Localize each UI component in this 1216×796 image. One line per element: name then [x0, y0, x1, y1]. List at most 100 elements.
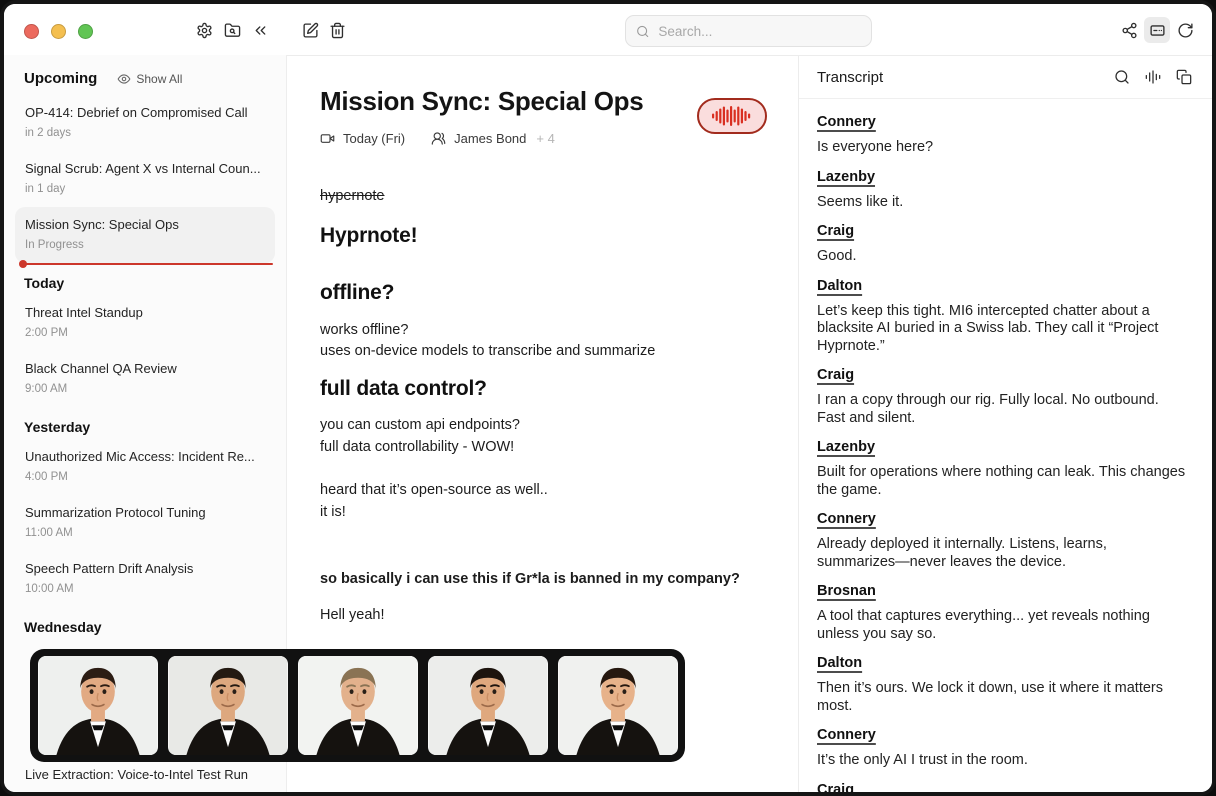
list-item[interactable]: Unauthorized Mic Access: Incident Re... … — [15, 439, 275, 495]
note-title: Live Extraction: Voice-to-Intel Test Run — [25, 767, 265, 782]
close-button[interactable] — [24, 24, 39, 39]
audio-waveform-icon[interactable] — [1145, 69, 1161, 85]
transcript-entry[interactable]: Craig — [817, 781, 1188, 793]
copy-icon[interactable] — [1176, 69, 1192, 85]
transcript-body: Connery Is everyone here? Lazenby Seems … — [799, 99, 1212, 792]
speaker-text: Good. — [817, 248, 1188, 266]
trash-icon[interactable] — [324, 17, 350, 43]
note-line: Hell yeah! — [320, 605, 765, 627]
transcript-entry[interactable]: Lazenby Built for operations where nothi… — [817, 438, 1188, 499]
transcript-entry[interactable]: Craig Good. — [817, 222, 1188, 266]
note-body[interactable]: hypernote Hyprnote! offline? works offli… — [287, 186, 798, 626]
window-frame: Upcoming Show All OP-414: Debrief on Com… — [0, 0, 1216, 796]
transcript-panel: Transcript Connery Is everyone here? Laz… — [798, 55, 1212, 792]
sidebar-title: Upcoming — [24, 70, 97, 87]
video-camera-icon — [320, 131, 335, 146]
note-meta: Today (Fri) James Bond + 4 — [320, 131, 767, 146]
note-title: Unauthorized Mic Access: Incident Re... — [25, 449, 265, 464]
transcript-entry[interactable]: Connery Already deployed it internally. … — [817, 510, 1188, 571]
eye-icon — [117, 72, 131, 86]
transcript-entry[interactable]: Dalton Then it’s ours. We lock it down, … — [817, 654, 1188, 715]
note-subtitle: 9:00 AM — [25, 383, 265, 395]
attendees-icon — [431, 131, 446, 146]
speaker-text: Already deployed it internally. Listens,… — [817, 536, 1188, 571]
speaker-text: It’s the only AI I trust in the room. — [817, 752, 1188, 770]
note-title: Summarization Protocol Tuning — [25, 505, 265, 520]
meta-date[interactable]: Today (Fri) — [343, 131, 405, 146]
transcript-header: Transcript — [799, 56, 1212, 99]
list-item[interactable]: Threat Intel Standup 2:00 PM — [15, 295, 275, 351]
speaker-name[interactable]: Craig — [817, 367, 854, 383]
transcript-entry[interactable]: Connery It’s the only AI I trust in the … — [817, 726, 1188, 770]
sidebar-section-yesterday: Yesterday Unauthorized Mic Access: Incid… — [4, 409, 286, 607]
meta-attendee[interactable]: James Bond — [454, 131, 526, 146]
section-header: Wednesday — [15, 609, 275, 639]
note-title: Threat Intel Standup — [25, 305, 265, 320]
search-box — [625, 15, 872, 47]
note-heading: Hyprnote! — [320, 225, 765, 247]
speaker-text: A tool that captures everything... yet r… — [817, 608, 1188, 643]
list-item[interactable]: Signal Scrub: Agent X vs Internal Coun..… — [15, 151, 275, 207]
speaker-name[interactable]: Lazenby — [817, 439, 875, 455]
note-header: Mission Sync: Special Ops Today (Fri) Ja… — [287, 56, 798, 146]
sidebar-header: Upcoming Show All — [4, 55, 286, 93]
note-bold-question: so basically i can use this if Gr*la is … — [320, 569, 765, 591]
list-item[interactable]: OP-414: Debrief on Compromised Call in 2… — [15, 95, 275, 151]
window-controls — [24, 24, 93, 39]
speaker-text: Built for operations where nothing can l… — [817, 464, 1188, 499]
note-title: Black Channel QA Review — [25, 361, 265, 376]
audio-waveform-icon — [711, 105, 753, 127]
minimize-button[interactable] — [51, 24, 66, 39]
speaker-name[interactable]: Brosnan — [817, 583, 876, 599]
list-item[interactable]: Mission Sync: Special Ops In Progress — [15, 207, 275, 263]
share-icon[interactable] — [1116, 17, 1142, 43]
transcript-entry[interactable]: Connery Is everyone here? — [817, 113, 1188, 157]
section-header: Yesterday — [15, 409, 275, 439]
transcript-entry[interactable]: Lazenby Seems like it. — [817, 168, 1188, 212]
note-subtitle: in 1 day — [25, 183, 265, 195]
note-subtitle: In Progress — [25, 239, 265, 251]
flashcard-icon[interactable] — [1144, 17, 1170, 43]
folder-search-icon[interactable] — [219, 17, 245, 43]
speaker-name[interactable]: Craig — [817, 223, 854, 239]
transcript-entry[interactable]: Craig I ran a copy through our rig. Full… — [817, 366, 1188, 427]
settings-gear-icon[interactable] — [191, 17, 217, 43]
speaker-name[interactable]: Connery — [817, 511, 876, 527]
list-item[interactable]: Black Channel QA Review 9:00 AM — [15, 351, 275, 407]
collapse-sidebar-icon[interactable] — [247, 17, 273, 43]
transcript-entry[interactable]: Dalton Let’s keep this tight. MI6 interc… — [817, 277, 1188, 356]
list-item[interactable]: Summarization Protocol Tuning 11:00 AM — [15, 495, 275, 551]
speaker-text: Is everyone here? — [817, 139, 1188, 157]
sidebar-section-today: Today Threat Intel Standup 2:00 PM Black… — [4, 265, 286, 407]
portrait-dalton[interactable] — [558, 656, 678, 755]
refresh-icon[interactable] — [1172, 17, 1198, 43]
speaker-text: Then it’s ours. We lock it down, use it … — [817, 680, 1188, 715]
speaker-name[interactable]: Dalton — [817, 278, 862, 294]
portrait-connery[interactable] — [38, 656, 158, 755]
speaker-name[interactable]: Connery — [817, 114, 876, 130]
portrait-brosnan[interactable] — [428, 656, 548, 755]
search-input[interactable] — [656, 23, 861, 40]
meta-extra-count[interactable]: + 4 — [536, 131, 554, 146]
speaker-name[interactable]: Craig — [817, 782, 854, 793]
speaker-name[interactable]: Dalton — [817, 655, 862, 671]
record-button[interactable] — [697, 98, 767, 134]
portrait-lazenby[interactable] — [168, 656, 288, 755]
note-line: you can custom api endpoints? — [320, 415, 765, 437]
speaker-name[interactable]: Connery — [817, 727, 876, 743]
speaker-name[interactable]: Lazenby — [817, 169, 875, 185]
transcript-entry[interactable]: Brosnan A tool that captures everything.… — [817, 582, 1188, 643]
note-line: works offline? — [320, 320, 765, 342]
note-subtitle: 2:00 PM — [25, 327, 265, 339]
show-all-button[interactable]: Show All — [117, 72, 182, 86]
new-note-icon[interactable] — [297, 17, 323, 43]
portrait-craig[interactable] — [298, 656, 418, 755]
note-title: Signal Scrub: Agent X vs Internal Coun..… — [25, 161, 265, 176]
list-item[interactable]: Live Extraction: Voice-to-Intel Test Run — [15, 757, 275, 792]
note-heading: full data control? — [320, 378, 765, 400]
search-icon[interactable] — [1114, 69, 1130, 85]
zoom-button[interactable] — [78, 24, 93, 39]
list-item[interactable]: Speech Pattern Drift Analysis 10:00 AM — [15, 551, 275, 607]
show-all-label: Show All — [136, 72, 182, 86]
speaker-text: Seems like it. — [817, 194, 1188, 212]
